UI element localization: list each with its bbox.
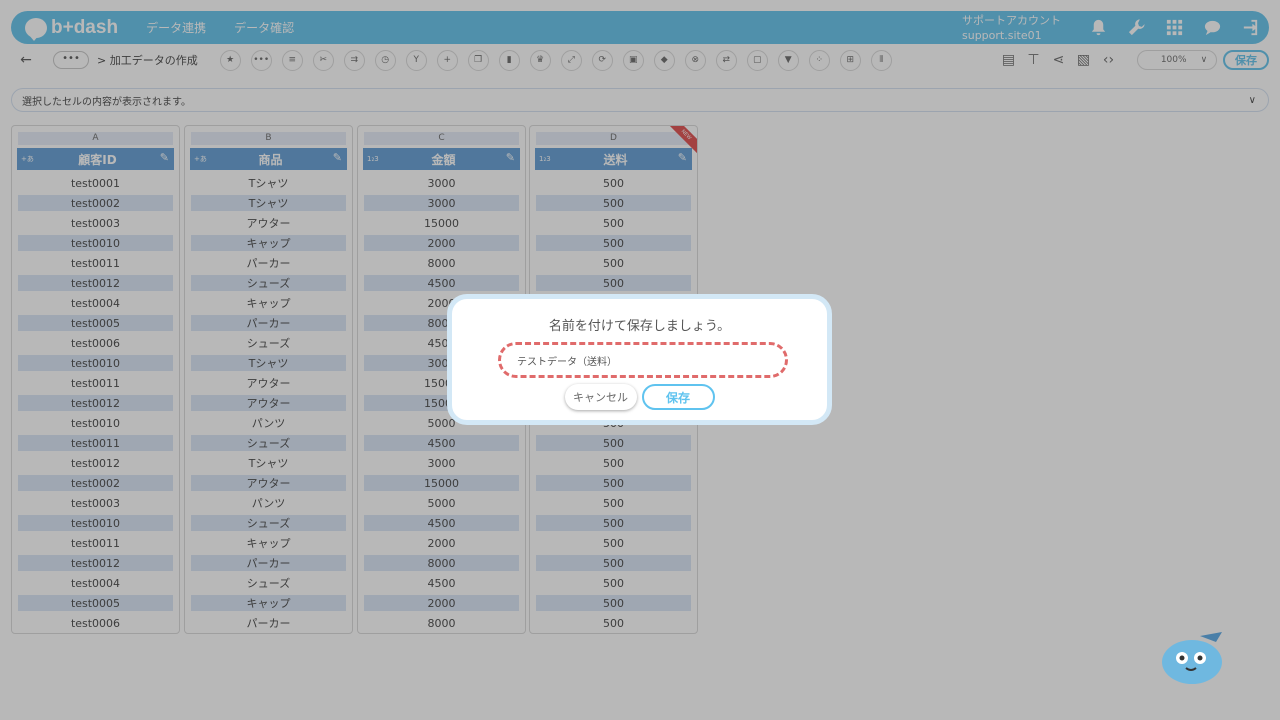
save-dialog: 名前を付けて保存しましょう。 テストデータ（送料） キャンセル 保存	[447, 294, 832, 425]
cancel-button[interactable]: キャンセル	[564, 384, 637, 410]
mascot-helper-icon[interactable]	[1160, 628, 1228, 690]
dialog-title: 名前を付けて保存しましょう。	[548, 319, 731, 334]
dialog-buttons: キャンセル 保存	[452, 384, 827, 410]
data-name-input[interactable]: テストデータ（送料）	[498, 342, 788, 378]
save-button[interactable]: 保存	[641, 384, 715, 410]
